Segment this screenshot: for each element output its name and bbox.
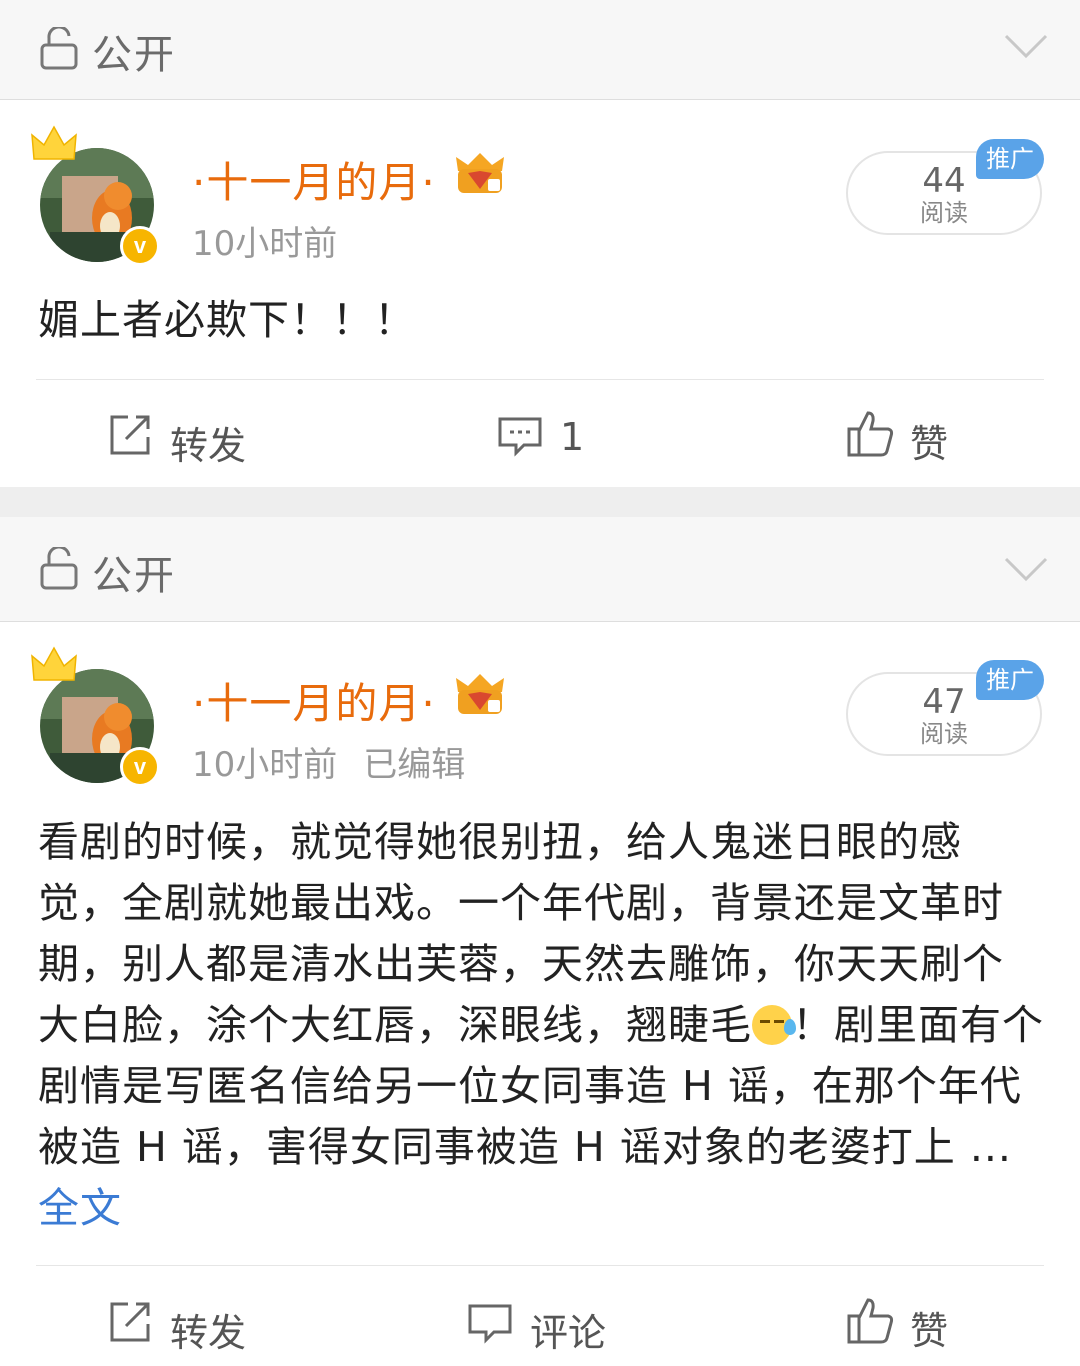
lock-icon bbox=[40, 27, 78, 70]
verified-icon: v bbox=[120, 226, 160, 266]
lock-icon bbox=[40, 547, 78, 590]
post-text: 媚上者必欺下！！！ bbox=[38, 296, 416, 344]
privacy-label: 公开 bbox=[92, 553, 176, 599]
like-label: 赞 bbox=[910, 422, 949, 466]
repost-icon bbox=[110, 415, 150, 455]
comment-count: 1 bbox=[560, 415, 585, 459]
privacy-bar[interactable]: 公开 bbox=[0, 0, 1080, 100]
post-card[interactable]: v ·十一月的月· 10小时前 44 阅读 推广 媚上者必欺下！！！ 转发 1 bbox=[0, 101, 1080, 487]
post-time: 10小时前 bbox=[192, 745, 338, 785]
chevron-down-icon[interactable] bbox=[1004, 555, 1048, 583]
username[interactable]: ·十一月的月· bbox=[192, 149, 436, 210]
avatar[interactable]: v bbox=[30, 644, 160, 787]
username[interactable]: ·十一月的月· bbox=[192, 670, 436, 731]
member-icon[interactable] bbox=[452, 672, 508, 718]
like-label: 赞 bbox=[910, 1309, 949, 1353]
avatar[interactable]: v bbox=[30, 123, 160, 266]
verified-icon: v bbox=[120, 747, 160, 787]
sweat-emoji bbox=[752, 1005, 796, 1045]
edited-label[interactable]: 已编辑 bbox=[363, 745, 465, 785]
repost-label: 转发 bbox=[170, 1311, 247, 1355]
comment-icon bbox=[498, 417, 542, 457]
member-icon[interactable] bbox=[452, 151, 508, 197]
like-icon bbox=[847, 411, 894, 457]
post-meta: 10小时前 bbox=[192, 216, 337, 265]
comment-label: 评论 bbox=[530, 1311, 607, 1355]
repost-label: 转发 bbox=[170, 424, 247, 468]
full-text-link[interactable]: 全文 bbox=[38, 1184, 122, 1232]
repost-icon bbox=[110, 1302, 150, 1342]
chevron-down-icon[interactable] bbox=[1004, 32, 1048, 60]
crown-icon bbox=[31, 125, 77, 160]
post-text: 看剧的时候，就觉得她很别扭，给人鬼迷日眼的感觉，全剧就她最出戏。一个年代剧，背景… bbox=[38, 812, 1044, 1239]
read-label: 阅读 bbox=[920, 720, 968, 748]
divider bbox=[36, 1265, 1044, 1266]
post-time: 10小时前 bbox=[192, 224, 338, 264]
post-meta: 10小时前 已编辑 bbox=[192, 737, 465, 786]
privacy-label: 公开 bbox=[92, 32, 176, 78]
like-icon bbox=[847, 1298, 894, 1344]
promote-badge[interactable]: 推广 bbox=[976, 660, 1044, 700]
section-gap bbox=[0, 487, 1080, 517]
promote-badge[interactable]: 推广 bbox=[976, 139, 1044, 179]
divider bbox=[36, 379, 1044, 380]
privacy-bar[interactable]: 公开 bbox=[0, 517, 1080, 622]
post-card[interactable]: v ·十一月的月· 10小时前 已编辑 47 阅读 推广 看剧的时候，就觉得她很别… bbox=[0, 622, 1080, 1366]
crown-icon bbox=[31, 646, 77, 681]
read-label: 阅读 bbox=[920, 199, 968, 227]
comment-icon bbox=[468, 1304, 512, 1344]
